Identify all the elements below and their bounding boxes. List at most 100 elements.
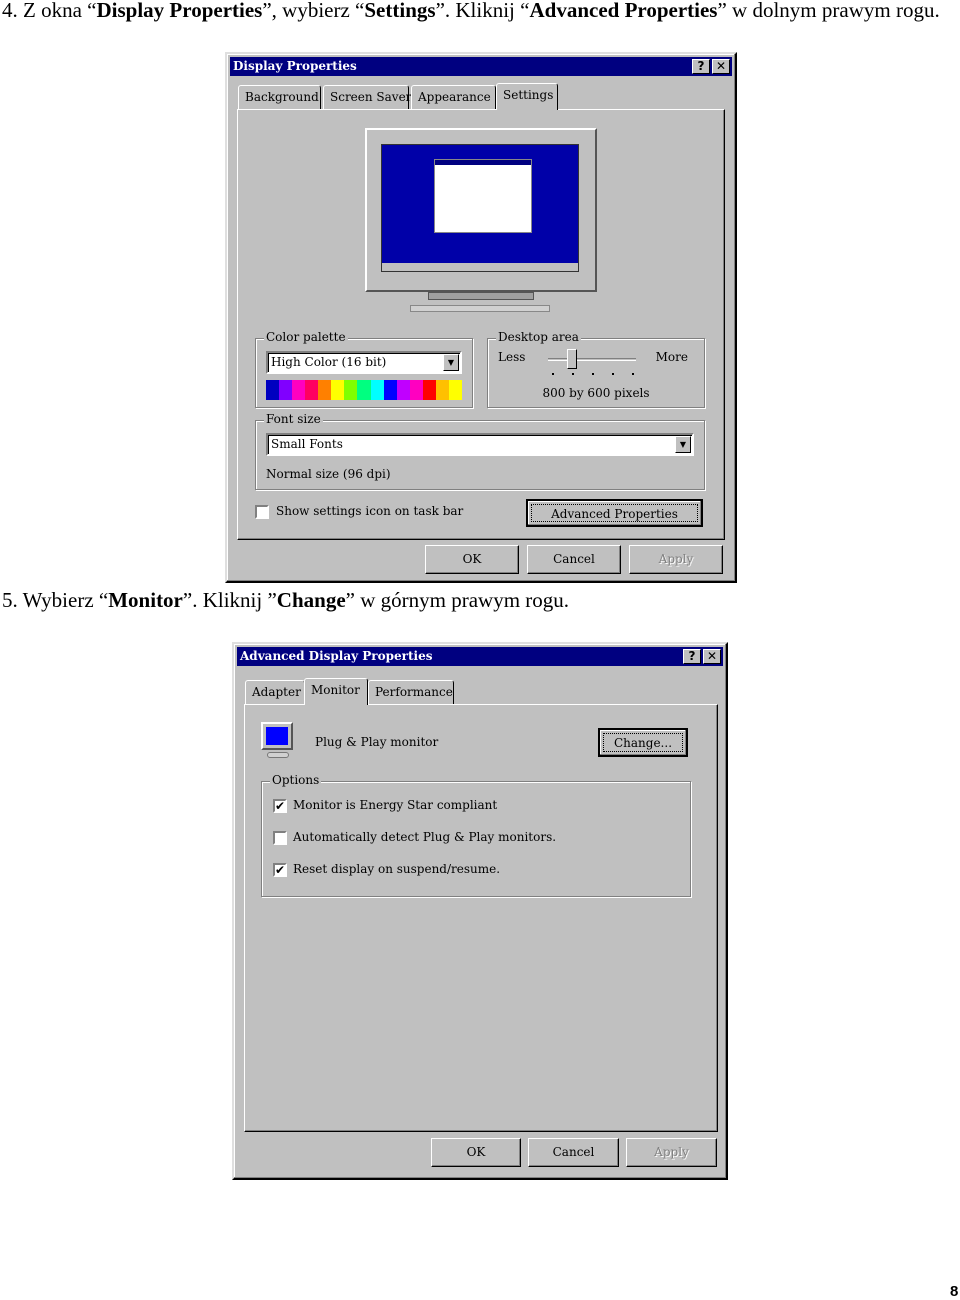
- spectrum-swatch: [318, 380, 332, 400]
- bold-text: Change: [276, 588, 346, 612]
- text: ”, wybierz “: [262, 0, 365, 22]
- bold-text: Advanced Properties: [529, 0, 718, 22]
- step4-instruction: 4. Z okna “Display Properties”, wybierz …: [2, 0, 940, 23]
- advanced-display-properties-dialog: Advanced Display Properties ? ✕ Adapter …: [232, 642, 728, 1180]
- ok-button[interactable]: OK: [425, 545, 519, 574]
- spectrum-swatch: [305, 380, 319, 400]
- resolution-slider-track[interactable]: [548, 358, 636, 361]
- settings-panel: Color palette High Color (16 bit) ▼ Desk…: [237, 109, 725, 540]
- title-bar: Advanced Display Properties ? ✕: [237, 647, 723, 666]
- resolution-slider-thumb[interactable]: [567, 349, 577, 369]
- close-button[interactable]: ✕: [712, 59, 730, 74]
- button-label: Change...: [603, 733, 683, 752]
- slider-tick: [552, 373, 554, 375]
- show-settings-icon-checkbox[interactable]: [255, 505, 269, 519]
- slider-tick: [592, 373, 594, 375]
- apply-button[interactable]: Apply: [626, 1138, 717, 1167]
- bold-text: Monitor: [108, 588, 183, 612]
- monitor-name: Plug & Play monitor: [315, 735, 439, 749]
- checkbox-label: Show settings icon on task bar: [276, 504, 464, 518]
- select-value: High Color (16 bit): [271, 355, 387, 369]
- color-spectrum: [266, 380, 462, 400]
- monitor-icon: [261, 722, 297, 762]
- monitor-base-icon: [410, 305, 550, 312]
- tab-settings[interactable]: Settings: [496, 83, 558, 110]
- text: Z okna “: [23, 0, 97, 22]
- select-value: Small Fonts: [271, 437, 343, 451]
- spectrum-swatch: [396, 380, 410, 400]
- cancel-button[interactable]: Cancel: [527, 545, 621, 574]
- auto-detect-checkbox[interactable]: [273, 831, 287, 845]
- taskbar-preview: [382, 263, 578, 271]
- checkbox-label: Automatically detect Plug & Play monitor…: [293, 830, 557, 844]
- tab-adapter[interactable]: Adapter: [245, 680, 305, 704]
- close-button[interactable]: ✕: [703, 649, 721, 664]
- group-label: Desktop area: [496, 330, 581, 344]
- chevron-down-icon[interactable]: ▼: [675, 436, 691, 453]
- more-label: More: [655, 350, 688, 364]
- text: ”. Kliknij ”: [182, 588, 277, 612]
- group-label: Color palette: [264, 330, 348, 344]
- slider-tick: [612, 373, 614, 375]
- spectrum-swatch: [435, 380, 449, 400]
- text: ” w górnym prawym rogu.: [345, 588, 570, 612]
- change-button[interactable]: Change...: [598, 728, 688, 757]
- desktop-area-group: Desktop area Less More 800 by 600 pixels: [487, 330, 705, 408]
- window-preview: [434, 159, 532, 233]
- step5-instruction: 5. Wybierz “Monitor”. Kliknij ”Change” w…: [2, 587, 569, 613]
- spectrum-swatch: [370, 380, 384, 400]
- font-size-select[interactable]: Small Fonts ▼: [266, 433, 694, 456]
- slider-tick: [632, 373, 634, 375]
- resolution-value: 800 by 600 pixels: [542, 386, 650, 400]
- advanced-properties-button[interactable]: Advanced Properties: [526, 499, 703, 527]
- chevron-down-icon[interactable]: ▼: [443, 354, 459, 371]
- apply-button[interactable]: Apply: [629, 545, 723, 574]
- spectrum-swatch: [357, 380, 371, 400]
- ok-button[interactable]: OK: [431, 1138, 521, 1167]
- spectrum-swatch: [331, 380, 345, 400]
- help-button[interactable]: ?: [692, 59, 710, 74]
- tab-performance[interactable]: Performance: [368, 680, 454, 704]
- spectrum-swatch: [422, 380, 436, 400]
- font-size-group: Font size Small Fonts ▼ Normal size (96 …: [255, 412, 705, 490]
- slider-tick: [572, 373, 574, 375]
- text: Wybierz “: [22, 588, 109, 612]
- bold-text: Display Properties: [96, 0, 263, 22]
- dialog-title: Display Properties: [233, 59, 357, 73]
- tab-monitor[interactable]: Monitor: [304, 678, 368, 705]
- text: ”. Kliknij “: [435, 0, 530, 22]
- monitor-stand-icon: [428, 292, 534, 300]
- dialog-title: Advanced Display Properties: [240, 649, 433, 663]
- font-size-note: Normal size (96 dpi): [266, 467, 391, 481]
- spectrum-swatch: [409, 380, 423, 400]
- step-number: 5.: [2, 588, 18, 612]
- display-properties-dialog: Display Properties ? ✕ Background Screen…: [225, 52, 737, 583]
- text: ” w dolnym prawym rogu.: [717, 0, 940, 22]
- spectrum-swatch: [448, 380, 462, 400]
- step-number: 4.: [2, 0, 18, 22]
- less-label: Less: [498, 350, 526, 364]
- tab-background[interactable]: Background: [238, 85, 321, 109]
- color-palette-group: Color palette High Color (16 bit) ▼: [255, 330, 473, 408]
- reset-display-checkbox[interactable]: ✔: [273, 863, 287, 877]
- color-palette-select[interactable]: High Color (16 bit) ▼: [266, 351, 462, 374]
- monitor-panel: Plug & Play monitor Change... Options ✔ …: [244, 704, 718, 1132]
- spectrum-swatch: [292, 380, 306, 400]
- tab-screen-saver[interactable]: Screen Saver: [323, 85, 411, 109]
- tab-appearance[interactable]: Appearance: [411, 85, 496, 109]
- group-label: Font size: [264, 412, 323, 426]
- options-group: Options ✔ Monitor is Energy Star complia…: [261, 773, 691, 897]
- energy-star-checkbox[interactable]: ✔: [273, 799, 287, 813]
- cancel-button[interactable]: Cancel: [528, 1138, 619, 1167]
- spectrum-swatch: [344, 380, 358, 400]
- checkbox-label: Monitor is Energy Star compliant: [293, 798, 498, 812]
- help-button[interactable]: ?: [683, 649, 701, 664]
- bold-text: Settings: [364, 0, 436, 22]
- page-number: 8: [950, 1283, 959, 1300]
- spectrum-swatch: [266, 380, 280, 400]
- title-bar: Display Properties ? ✕: [230, 57, 732, 76]
- desktop-preview-icon: [381, 144, 579, 272]
- button-label: Advanced Properties: [531, 504, 698, 522]
- group-label: Options: [270, 773, 322, 787]
- spectrum-swatch: [279, 380, 293, 400]
